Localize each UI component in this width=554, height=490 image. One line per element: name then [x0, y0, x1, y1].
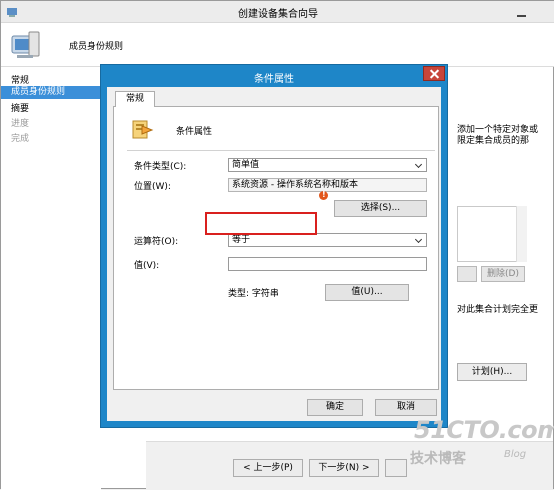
description-line-1: 添加一个特定对象或: [457, 125, 539, 135]
general-tab-panel: 条件属性 条件类型(C): 简单值 位置(W): 系统资源 - 操作系统名称和版…: [113, 106, 439, 390]
minimize-icon[interactable]: [516, 9, 528, 19]
summary-button[interactable]: [385, 459, 407, 477]
condition-type-label: 条件类型(C):: [134, 162, 187, 172]
watermark-logo: 51CTO.com: [414, 416, 554, 444]
remove-rule-button[interactable]: 删除(D): [481, 266, 525, 282]
wizard-step-nav: 常规 成员身份规则 摘要 进度 完成: [1, 67, 101, 490]
value-picker-button[interactable]: 值(U)...: [325, 284, 409, 301]
operator-label: 运算符(O):: [134, 237, 179, 247]
condition-properties-dialog: 条件属性 常规 条件属性 条件类型(C): 简单值 位置(W): 系统资源 - …: [100, 64, 448, 428]
chevron-down-icon: [414, 160, 424, 170]
condition-type-value: 简单值: [232, 160, 260, 170]
ok-button[interactable]: 确定: [307, 399, 363, 416]
wizard-step-heading: 成员身份规则: [69, 42, 124, 52]
nav-item-summary[interactable]: 摘要: [11, 101, 29, 114]
wizard-titlebar: 创建设备集合向导: [1, 1, 554, 23]
annotation-highlight-box: [205, 212, 317, 235]
value-label: 值(V):: [134, 261, 160, 271]
value-input[interactable]: [228, 257, 427, 271]
wizard-footer: < 上一步(P) 下一步(N) >: [146, 441, 553, 489]
type-indicator: 类型: 字符串: [228, 289, 279, 299]
separator: [127, 150, 435, 151]
location-label: 位置(W):: [134, 182, 171, 192]
select-button[interactable]: 选择(S)...: [334, 200, 427, 217]
wizard-header: 成员身份规则: [1, 23, 554, 67]
watermark-blog: Blog: [504, 449, 527, 460]
warning-icon: [319, 190, 328, 200]
list-scrollbar[interactable]: [516, 206, 527, 262]
condition-properties-heading: 条件属性: [176, 127, 213, 137]
close-icon[interactable]: [423, 66, 445, 81]
nav-item-membership-rules[interactable]: 成员身份规则: [1, 86, 101, 99]
condition-type-dropdown[interactable]: 简单值: [228, 158, 427, 172]
dialog-titlebar: 条件属性: [101, 65, 447, 87]
schedule-description: 对此集合计划完全更: [457, 305, 539, 315]
chevron-down-icon: [414, 235, 424, 245]
dialog-body: 常规 条件属性 条件类型(C): 简单值 位置(W): 系统资源 - 操作系统名…: [107, 87, 441, 421]
operator-value: 等于: [232, 235, 251, 245]
wizard-description-text: 添加一个特定对象或 限定集合成员的那: [457, 125, 553, 147]
watermark-subtitle: 技术博客: [410, 451, 466, 467]
nav-item-progress: 进度: [11, 119, 30, 129]
location-field[interactable]: 系统资源 - 操作系统名称和版本: [228, 178, 427, 192]
wizard-title: 创建设备集合向导: [238, 9, 318, 20]
computer-icon: [11, 31, 40, 58]
condition-icon: [132, 120, 154, 139]
dialog-title: 条件属性: [254, 74, 294, 85]
nav-item-general[interactable]: 常规: [11, 73, 29, 86]
nav-item-completion: 完成: [11, 134, 30, 144]
cancel-button[interactable]: 取消: [375, 399, 437, 416]
edit-rule-button[interactable]: [457, 266, 477, 282]
operator-dropdown[interactable]: 等于: [228, 233, 427, 247]
tab-general[interactable]: 常规: [115, 91, 155, 107]
next-button[interactable]: 下一步(N) >: [309, 459, 379, 477]
description-line-2: 限定集合成员的那: [457, 136, 530, 146]
schedule-button[interactable]: 计划(H)...: [457, 363, 527, 381]
back-button[interactable]: < 上一步(P): [233, 459, 303, 477]
